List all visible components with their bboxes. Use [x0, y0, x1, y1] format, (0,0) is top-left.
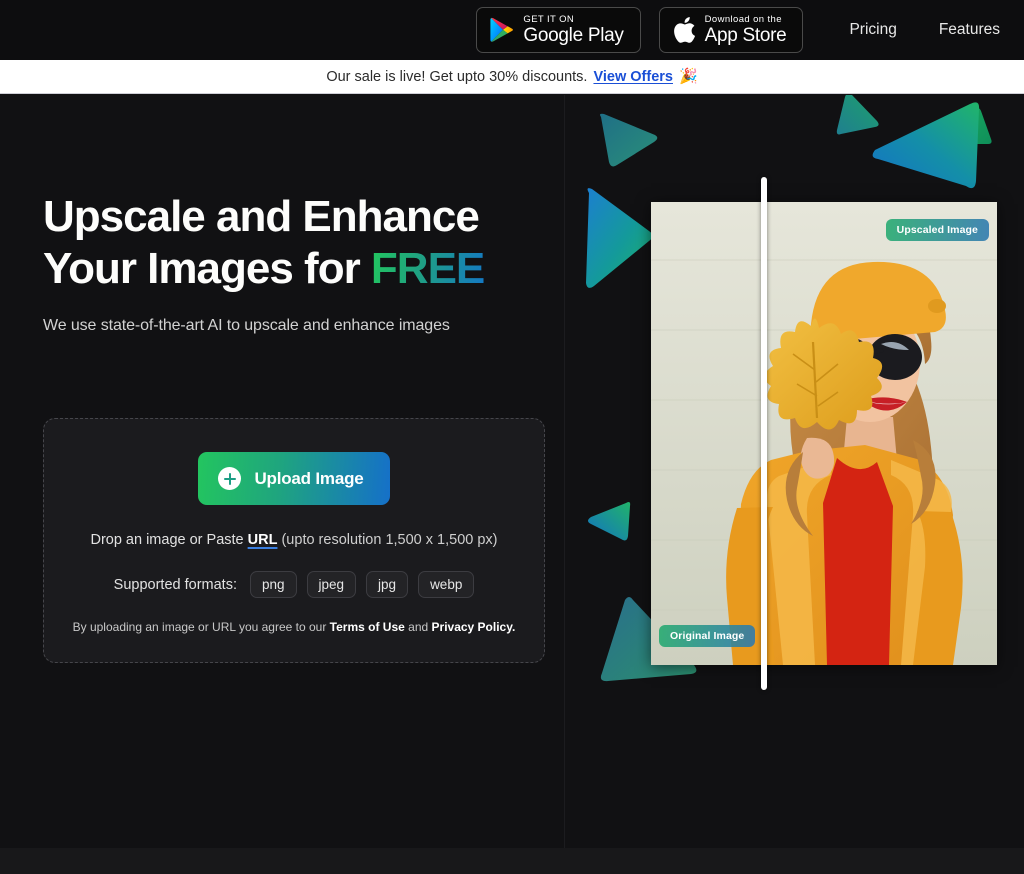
format-chip-webp[interactable]: webp [418, 571, 475, 598]
view-offers-link[interactable]: View Offers [593, 69, 673, 85]
original-image-badge: Original Image [659, 625, 756, 647]
format-chip-png[interactable]: png [249, 571, 297, 598]
format-chip-jpeg[interactable]: jpeg [306, 571, 357, 598]
google-play-icon [490, 17, 514, 42]
headline-line-1: Upscale and Enhance [43, 192, 480, 241]
drop-suffix-text: (upto resolution 1,500 x 1,500 px) [277, 532, 498, 548]
legal-middle: and [404, 620, 432, 634]
photo-illustration [651, 202, 997, 665]
nav-link-pricing[interactable]: Pricing [849, 21, 896, 39]
hero-left-panel: Upscale and Enhance Your Images for FREE… [0, 95, 565, 848]
apple-logo-icon [673, 17, 695, 43]
app-store-large-label: App Store [704, 25, 787, 47]
google-play-badge-text: GET IT ON Google Play [523, 13, 624, 47]
google-play-large-label: Google Play [523, 25, 624, 47]
bottom-strip [0, 848, 1024, 874]
legal-disclaimer-text: By uploading an image or URL you agree t… [73, 620, 516, 634]
app-store-badge-text: Download on the App Store [705, 15, 787, 46]
drop-instruction-text: Drop an image or Paste URL (upto resolut… [90, 532, 497, 548]
comparison-slider-handle[interactable] [761, 177, 767, 690]
upload-image-button-label: Upload Image [254, 468, 364, 488]
announcement-text: Our sale is live! Get upto 30% discounts… [326, 68, 588, 85]
google-play-badge[interactable]: GET IT ON Google Play [476, 7, 641, 53]
hero-section: Upscale and Enhance Your Images for FREE… [0, 95, 1024, 848]
supported-formats-row: Supported formats: png jpeg jpg webp [114, 571, 475, 598]
hero-subheadline: We use state-of-the-art AI to upscale an… [43, 316, 450, 334]
store-badge-group: GET IT ON Google Play Download on the Ap… [476, 7, 804, 53]
nav-link-group: Pricing Features [849, 21, 1000, 39]
app-store-small-label: Download on the [704, 13, 782, 25]
plus-circle-icon [218, 467, 242, 490]
comparison-photo [651, 202, 997, 665]
format-chip-jpg[interactable]: jpg [366, 571, 409, 598]
drop-prefix-text: Drop an image or Paste [90, 532, 248, 548]
legal-prefix: By uploading an image or URL you agree t… [72, 620, 330, 634]
page-root: GET IT ON Google Play Download on the Ap… [0, 0, 1024, 874]
app-store-badge[interactable]: Download on the App Store [658, 7, 804, 53]
paste-url-link[interactable]: URL [248, 532, 278, 548]
image-comparison-widget[interactable]: Upscaled Image Original Image [651, 177, 997, 690]
terms-of-use-link[interactable]: Terms of Use [330, 620, 405, 634]
nav-link-features[interactable]: Features [939, 21, 1000, 39]
headline-highlight-free: FREE [370, 243, 485, 293]
decorative-triangle-4 [586, 188, 653, 288]
supported-formats-label: Supported formats: [113, 576, 237, 593]
upscaled-image-badge: Upscaled Image [885, 219, 989, 241]
headline-line-2-prefix: Your Images for [43, 243, 371, 293]
announcement-bar: Our sale is live! Get upto 30% discounts… [0, 60, 1024, 94]
upload-dropzone-card[interactable]: Upload Image Drop an image or Paste URL … [43, 418, 545, 663]
decorative-triangle-6 [588, 502, 631, 541]
decorative-triangle-1 [600, 113, 658, 167]
privacy-policy-link[interactable]: Privacy Policy. [432, 620, 516, 634]
google-play-small-label: GET IT ON [523, 13, 575, 25]
decorative-triangle-5 [872, 102, 980, 189]
hero-right-panel: Upscaled Image Original Image [565, 95, 1024, 848]
page-title: Upscale and Enhance Your Images for FREE [43, 191, 564, 295]
top-navigation-bar: GET IT ON Google Play Download on the Ap… [0, 0, 1024, 60]
upload-image-button[interactable]: Upload Image [198, 452, 390, 505]
party-popper-icon: 🎉 [678, 68, 698, 85]
